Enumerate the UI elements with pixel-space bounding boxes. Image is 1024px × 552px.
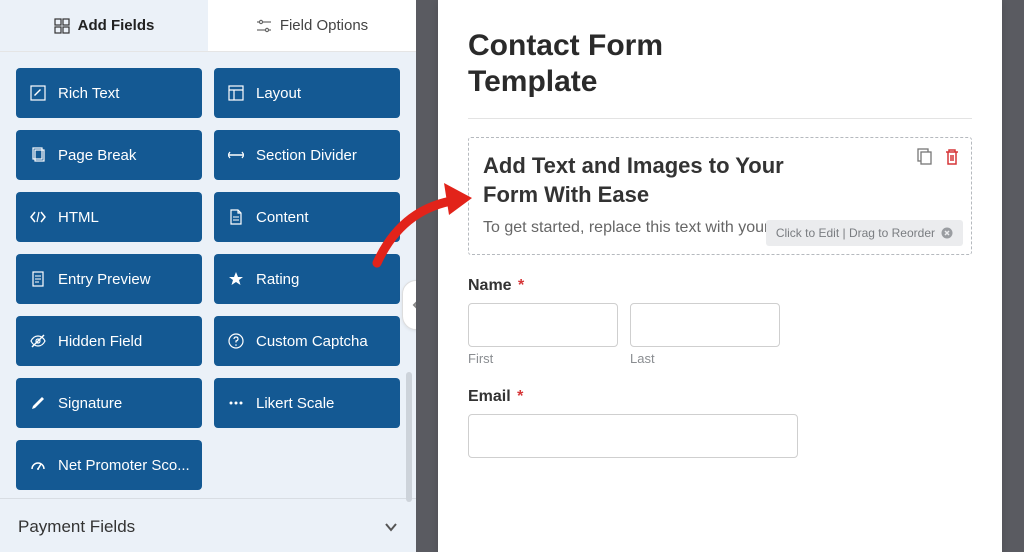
content-block-title: Add Text and Images to Your Form With Ea…: [483, 152, 823, 209]
close-hint-icon[interactable]: [941, 227, 953, 239]
field-signature[interactable]: Signature: [16, 378, 202, 428]
duplicate-icon[interactable]: [915, 148, 933, 166]
accordion-payment-fields[interactable]: Payment Fields: [0, 498, 416, 552]
label-text: Name: [468, 277, 512, 294]
last-name-input[interactable]: [630, 303, 780, 347]
tab-label: Field Options: [280, 17, 368, 34]
field-custom-captcha[interactable]: Custom Captcha: [214, 316, 400, 366]
required-mark: *: [517, 388, 523, 405]
block-actions: [915, 148, 961, 166]
field-label: Page Break: [58, 147, 136, 164]
fields-panel: Rich Text Layout Page Break Section Divi…: [0, 52, 416, 552]
field-label: Section Divider: [256, 147, 357, 164]
field-label: Likert Scale: [256, 395, 334, 412]
eye-slash-icon: [30, 333, 46, 349]
sidebar-tabs: Add Fields Field Options: [0, 0, 416, 52]
field-hidden-field[interactable]: Hidden Field: [16, 316, 202, 366]
hint-text: Click to Edit | Drag to Reorder: [776, 226, 935, 240]
field-rating[interactable]: Rating: [214, 254, 400, 304]
required-mark: *: [518, 277, 524, 294]
name-label: Name *: [468, 277, 972, 295]
field-section-divider[interactable]: Section Divider: [214, 130, 400, 180]
star-icon: [228, 271, 244, 287]
scrollbar[interactable]: [406, 372, 412, 502]
question-circle-icon: [228, 333, 244, 349]
preview-area: Contact Form Template Add Text and Image…: [416, 0, 1024, 552]
tab-add-fields[interactable]: Add Fields: [0, 0, 208, 51]
field-layout[interactable]: Layout: [214, 68, 400, 118]
document-icon: [30, 271, 46, 287]
accordion-label: Payment Fields: [18, 517, 135, 537]
file-icon: [228, 209, 244, 225]
field-content[interactable]: Content: [214, 192, 400, 242]
code-icon: [30, 209, 46, 225]
sidebar: Add Fields Field Options Rich Text Layou…: [0, 0, 416, 552]
first-name-input[interactable]: [468, 303, 618, 347]
sliders-icon: [256, 18, 272, 34]
field-label: Signature: [58, 395, 122, 412]
field-net-promoter[interactable]: Net Promoter Sco...: [16, 440, 202, 490]
copy-icon: [30, 147, 46, 163]
tab-label: Add Fields: [78, 17, 155, 34]
field-label: HTML: [58, 209, 99, 226]
last-sublabel: Last: [630, 351, 780, 366]
field-html[interactable]: HTML: [16, 192, 202, 242]
field-entry-preview[interactable]: Entry Preview: [16, 254, 202, 304]
field-label: Layout: [256, 85, 301, 102]
field-likert-scale[interactable]: Likert Scale: [214, 378, 400, 428]
name-field-group[interactable]: Name * First Last: [468, 277, 972, 366]
form-builder-app: Add Fields Field Options Rich Text Layou…: [0, 0, 1024, 552]
field-label: Net Promoter Sco...: [58, 457, 190, 474]
trash-icon[interactable]: [943, 148, 961, 166]
field-label: Rating: [256, 271, 299, 288]
field-label: Entry Preview: [58, 271, 151, 288]
field-label: Hidden Field: [58, 333, 142, 350]
fields-grid: Rich Text Layout Page Break Section Divi…: [0, 52, 416, 498]
layout-icon: [228, 85, 244, 101]
divider: [468, 118, 972, 119]
content-block[interactable]: Add Text and Images to Your Form With Ea…: [468, 137, 972, 255]
form-preview: Contact Form Template Add Text and Image…: [438, 0, 1002, 552]
field-page-break[interactable]: Page Break: [16, 130, 202, 180]
field-label: Content: [256, 209, 309, 226]
field-label: Rich Text: [58, 85, 119, 102]
grid-icon: [54, 18, 70, 34]
pencil-icon: [30, 395, 46, 411]
first-sublabel: First: [468, 351, 618, 366]
label-text: Email: [468, 388, 511, 405]
form-title[interactable]: Contact Form Template: [468, 28, 788, 100]
field-rich-text[interactable]: Rich Text: [16, 68, 202, 118]
chevron-down-icon: [384, 520, 398, 534]
email-input[interactable]: [468, 414, 798, 458]
field-label: Custom Captcha: [256, 333, 368, 350]
dots-icon: [228, 395, 244, 411]
email-label: Email *: [468, 388, 972, 406]
pencil-square-icon: [30, 85, 46, 101]
block-hint: Click to Edit | Drag to Reorder: [766, 220, 963, 246]
email-field-group[interactable]: Email *: [468, 388, 972, 458]
tab-field-options[interactable]: Field Options: [208, 0, 416, 51]
divider-icon: [228, 147, 244, 163]
gauge-icon: [30, 457, 46, 473]
